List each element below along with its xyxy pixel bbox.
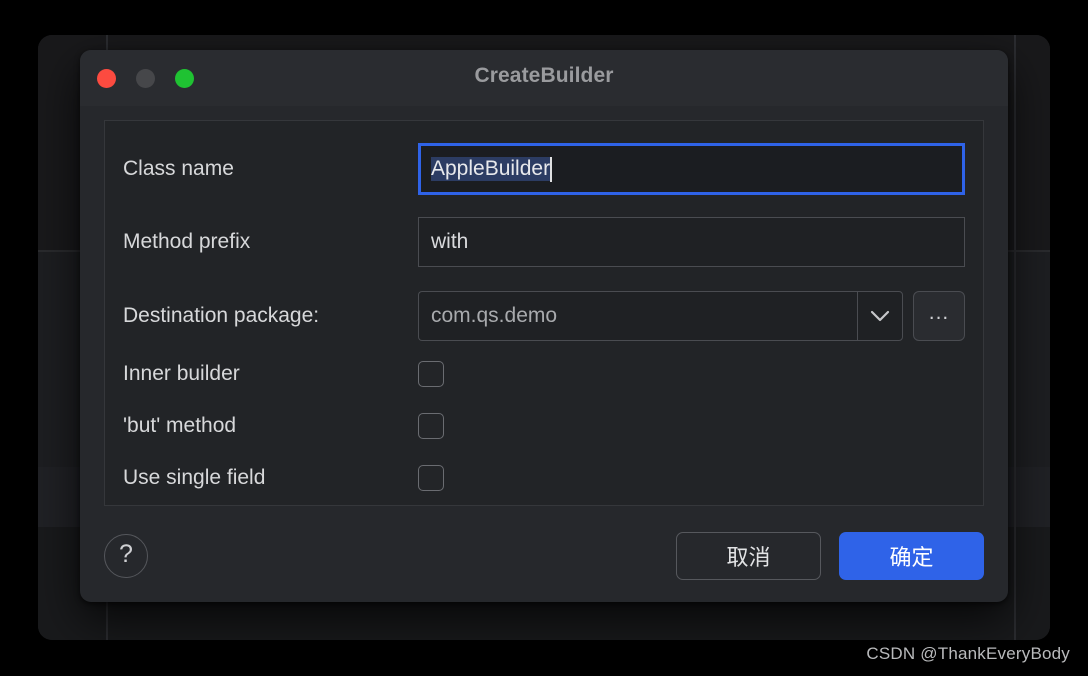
browse-package-button[interactable]: ... <box>913 291 965 341</box>
class-name-value: AppleBuilder <box>431 157 551 181</box>
row-class-name: Class name AppleBuilder <box>123 143 965 195</box>
backdrop-divider <box>1014 35 1016 640</box>
form-panel: Class name AppleBuilder Method prefix wi… <box>104 120 984 506</box>
method-prefix-label: Method prefix <box>123 230 251 253</box>
inner-builder-label: Inner builder <box>123 362 240 385</box>
row-use-single-field: Use single field <box>123 463 965 493</box>
create-builder-dialog: CreateBuilder Class name AppleBuilder Me… <box>80 50 1008 602</box>
row-but-method: 'but' method <box>123 411 965 441</box>
method-prefix-input[interactable]: with <box>418 217 965 267</box>
cancel-button[interactable]: 取消 <box>676 532 821 580</box>
destination-package-value: com.qs.demo <box>431 304 558 327</box>
dialog-footer: ? 取消 确定 <box>104 532 984 580</box>
row-inner-builder: Inner builder <box>123 359 965 389</box>
but-method-label: 'but' method <box>123 414 237 437</box>
row-method-prefix: Method prefix with <box>123 217 965 267</box>
help-button[interactable]: ? <box>104 534 148 578</box>
method-prefix-value: with <box>431 230 469 253</box>
watermark: CSDN @ThankEveryBody <box>866 644 1070 663</box>
but-method-checkbox[interactable] <box>418 413 444 439</box>
class-name-label: Class name <box>123 157 234 180</box>
destination-package-input[interactable]: com.qs.demo <box>418 291 857 341</box>
chevron-down-icon <box>870 310 890 323</box>
inner-builder-checkbox[interactable] <box>418 361 444 387</box>
destination-package-label: Destination package: <box>123 304 320 327</box>
ok-button[interactable]: 确定 <box>839 532 984 580</box>
window-title: CreateBuilder <box>474 64 614 87</box>
use-single-field-checkbox[interactable] <box>418 465 444 491</box>
row-destination-package: Destination package: com.qs.demo ... <box>123 291 965 341</box>
titlebar: CreateBuilder <box>80 50 1008 106</box>
destination-package-combo: com.qs.demo ... <box>418 291 965 341</box>
class-name-input[interactable]: AppleBuilder <box>418 143 965 195</box>
destination-package-dropdown-button[interactable] <box>857 291 903 341</box>
use-single-field-label: Use single field <box>123 466 266 489</box>
text-caret <box>550 156 553 182</box>
